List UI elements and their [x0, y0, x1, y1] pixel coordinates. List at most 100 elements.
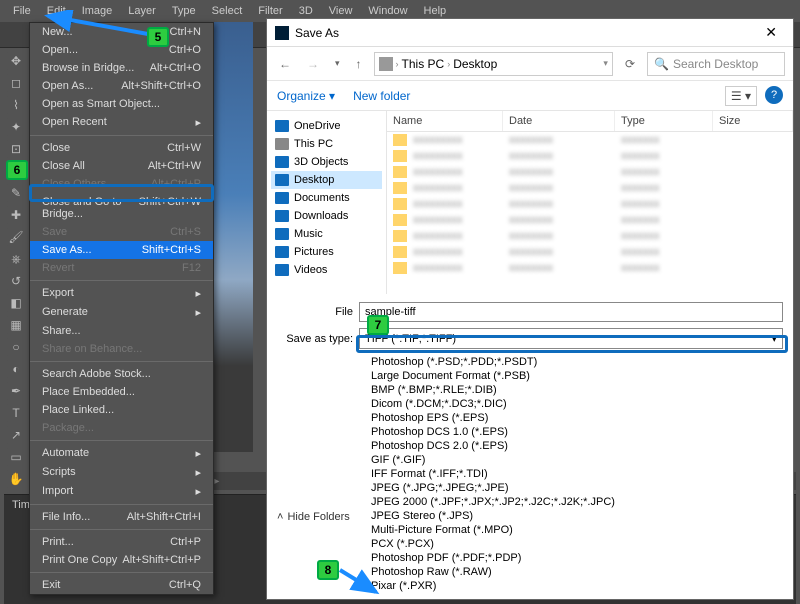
format-option[interactable]: Photoshop Raw (*.RAW) — [367, 565, 783, 579]
type-tool[interactable]: T — [6, 404, 26, 422]
menu-item[interactable]: Open As...Alt+Shift+Ctrl+O — [30, 77, 213, 95]
new-folder-button[interactable]: New folder — [353, 89, 410, 103]
eraser-tool[interactable]: ◧ — [6, 294, 26, 312]
menu-item[interactable]: Place Embedded... — [30, 383, 213, 401]
menu-item[interactable]: Scripts▸ — [30, 463, 213, 482]
menu-item[interactable]: Save As...Shift+Ctrl+S — [30, 241, 213, 259]
format-option[interactable]: PCX (*.PCX) — [367, 537, 783, 551]
file-row[interactable]: xxxxxxxxxxxxxxxxxxxxxxxx — [387, 164, 793, 180]
menu-type[interactable]: Type — [165, 2, 203, 20]
menu-item[interactable]: Print...Ctrl+P — [30, 533, 213, 551]
format-option[interactable]: JPEG 2000 (*.JPF;*.JPX;*.JP2;*.J2C;*.J2K… — [367, 495, 783, 509]
filename-input[interactable] — [359, 302, 783, 322]
brush-tool[interactable]: 🖌 — [6, 228, 26, 246]
file-row[interactable]: xxxxxxxxxxxxxxxxxxxxxxxx — [387, 212, 793, 228]
menu-item[interactable]: Import▸ — [30, 482, 213, 501]
organize-button[interactable]: Organize ▾ — [277, 89, 335, 103]
menu-item[interactable]: Export▸ — [30, 284, 213, 303]
menu-item[interactable]: Browse in Bridge...Alt+Ctrl+O — [30, 59, 213, 77]
menu-image[interactable]: Image — [75, 2, 120, 20]
menu-layer[interactable]: Layer — [121, 2, 163, 20]
dodge-tool[interactable]: ◐ — [6, 360, 26, 378]
tree-item[interactable]: Music — [271, 225, 382, 243]
path-tool[interactable]: ↗ — [6, 426, 26, 444]
tree-item[interactable]: 3D Objects — [271, 153, 382, 171]
tree-item[interactable]: Desktop — [271, 171, 382, 189]
file-row[interactable]: xxxxxxxxxxxxxxxxxxxxxxxx — [387, 132, 793, 148]
hide-folders-button[interactable]: ˄Hide Folders — [277, 511, 350, 523]
marquee-tool[interactable]: ◻ — [6, 74, 26, 92]
menu-item[interactable]: Open...Ctrl+O — [30, 41, 213, 59]
menu-item[interactable]: New...Ctrl+N — [30, 23, 213, 41]
refresh-button[interactable]: ⟳ — [621, 55, 639, 73]
tree-item[interactable]: Documents — [271, 189, 382, 207]
file-row[interactable]: xxxxxxxxxxxxxxxxxxxxxxxx — [387, 180, 793, 196]
menu-item[interactable]: Automate▸ — [30, 444, 213, 463]
format-option[interactable]: Pixar (*.PXR) — [367, 579, 783, 593]
lasso-tool[interactable]: ⌇ — [6, 96, 26, 114]
format-option[interactable]: Multi-Picture Format (*.MPO) — [367, 523, 783, 537]
format-option[interactable]: Photoshop EPS (*.EPS) — [367, 411, 783, 425]
menu-item[interactable]: Print One CopyAlt+Shift+Ctrl+P — [30, 551, 213, 569]
stamp-tool[interactable]: ⎈ — [6, 250, 26, 268]
blur-tool[interactable]: ○ — [6, 338, 26, 356]
tree-item[interactable]: OneDrive — [271, 117, 382, 135]
menu-item[interactable]: ExitCtrl+Q — [30, 576, 213, 594]
history-brush[interactable]: ↺ — [6, 272, 26, 290]
menu-file[interactable]: File — [6, 2, 38, 20]
search-input[interactable]: 🔍Search Desktop — [647, 52, 785, 76]
tree-item[interactable]: Videos — [271, 261, 382, 279]
shape-tool[interactable]: ▭ — [6, 448, 26, 466]
up-button[interactable]: ↑ — [352, 55, 366, 73]
eyedropper-tool[interactable]: ✎ — [6, 184, 26, 202]
recent-dropdown[interactable]: ▾ — [331, 56, 344, 71]
menu-item[interactable]: Generate▸ — [30, 303, 213, 322]
menu-item[interactable]: Share... — [30, 322, 213, 340]
format-option[interactable]: GIF (*.GIF) — [367, 453, 783, 467]
view-button[interactable]: ☰ ▾ — [725, 86, 757, 106]
address-bar[interactable]: › This PC › Desktop ▾ — [374, 52, 613, 76]
wand-tool[interactable]: ✦ — [6, 118, 26, 136]
column-headers[interactable]: Name Date Type Size — [387, 111, 793, 132]
menu-item[interactable]: Close AllAlt+Ctrl+W — [30, 157, 213, 175]
format-option[interactable]: Photoshop (*.PSD;*.PDD;*.PSDT) — [367, 355, 783, 369]
format-option[interactable]: JPEG Stereo (*.JPS) — [367, 509, 783, 523]
menu-item[interactable]: File Info...Alt+Shift+Ctrl+I — [30, 508, 213, 526]
pen-tool[interactable]: ✒ — [6, 382, 26, 400]
close-dialog-button[interactable]: ✕ — [757, 22, 785, 43]
hand-tool[interactable]: ✋ — [6, 470, 26, 488]
file-row[interactable]: xxxxxxxxxxxxxxxxxxxxxxxx — [387, 244, 793, 260]
menu-item[interactable]: Search Adobe Stock... — [30, 365, 213, 383]
format-option[interactable]: PNG (*.PNG;*.PNG) — [367, 593, 783, 595]
file-row[interactable]: xxxxxxxxxxxxxxxxxxxxxxxx — [387, 260, 793, 276]
format-option[interactable]: JPEG (*.JPG;*.JPEG;*.JPE) — [367, 481, 783, 495]
heal-tool[interactable]: ✚ — [6, 206, 26, 224]
menu-edit[interactable]: Edit — [40, 2, 73, 20]
forward-button[interactable]: → — [303, 55, 323, 73]
back-button[interactable]: ← — [275, 55, 295, 73]
move-tool[interactable]: ✥ — [6, 52, 26, 70]
format-option[interactable]: IFF Format (*.IFF;*.TDI) — [367, 467, 783, 481]
menu-item[interactable]: Open Recent▸ — [30, 113, 213, 132]
menu-item[interactable]: CloseCtrl+W — [30, 139, 213, 157]
gradient-tool[interactable]: ▦ — [6, 316, 26, 334]
menu-item[interactable]: Close and Go to Bridge...Shift+Ctrl+W — [30, 193, 213, 223]
format-option[interactable]: Photoshop PDF (*.PDF;*.PDP) — [367, 551, 783, 565]
format-option[interactable]: Dicom (*.DCM;*.DC3;*.DIC) — [367, 397, 783, 411]
format-option[interactable]: BMP (*.BMP;*.RLE;*.DIB) — [367, 383, 783, 397]
file-row[interactable]: xxxxxxxxxxxxxxxxxxxxxxxx — [387, 148, 793, 164]
menu-item[interactable]: Open as Smart Object... — [30, 95, 213, 113]
crop-tool[interactable]: ⊡ — [6, 140, 26, 158]
menu-item[interactable]: Place Linked... — [30, 401, 213, 419]
help-button[interactable]: ? — [765, 86, 783, 104]
menu-select[interactable]: Select — [205, 2, 250, 20]
format-option[interactable]: Large Document Format (*.PSB) — [367, 369, 783, 383]
file-row[interactable]: xxxxxxxxxxxxxxxxxxxxxxxx — [387, 196, 793, 212]
file-row[interactable]: xxxxxxxxxxxxxxxxxxxxxxxx — [387, 228, 793, 244]
tree-item[interactable]: This PC — [271, 135, 382, 153]
format-option[interactable]: Photoshop DCS 1.0 (*.EPS) — [367, 425, 783, 439]
type-select[interactable]: TIFF (*.TIF;*.TIFF)▾ — [359, 328, 783, 349]
tree-item[interactable]: Downloads — [271, 207, 382, 225]
format-option[interactable]: Photoshop DCS 2.0 (*.EPS) — [367, 439, 783, 453]
tree-item[interactable]: Pictures — [271, 243, 382, 261]
